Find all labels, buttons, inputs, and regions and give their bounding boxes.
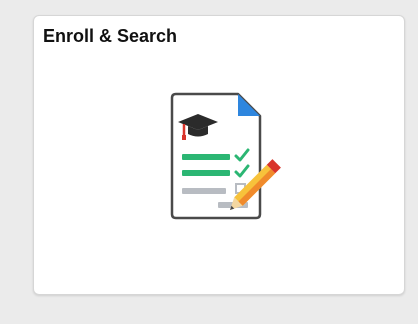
enrollment-document-pencil-icon xyxy=(170,92,281,220)
tile-title: Enroll & Search xyxy=(43,26,178,46)
enroll-search-tile[interactable]: Enroll & Search xyxy=(33,15,405,295)
